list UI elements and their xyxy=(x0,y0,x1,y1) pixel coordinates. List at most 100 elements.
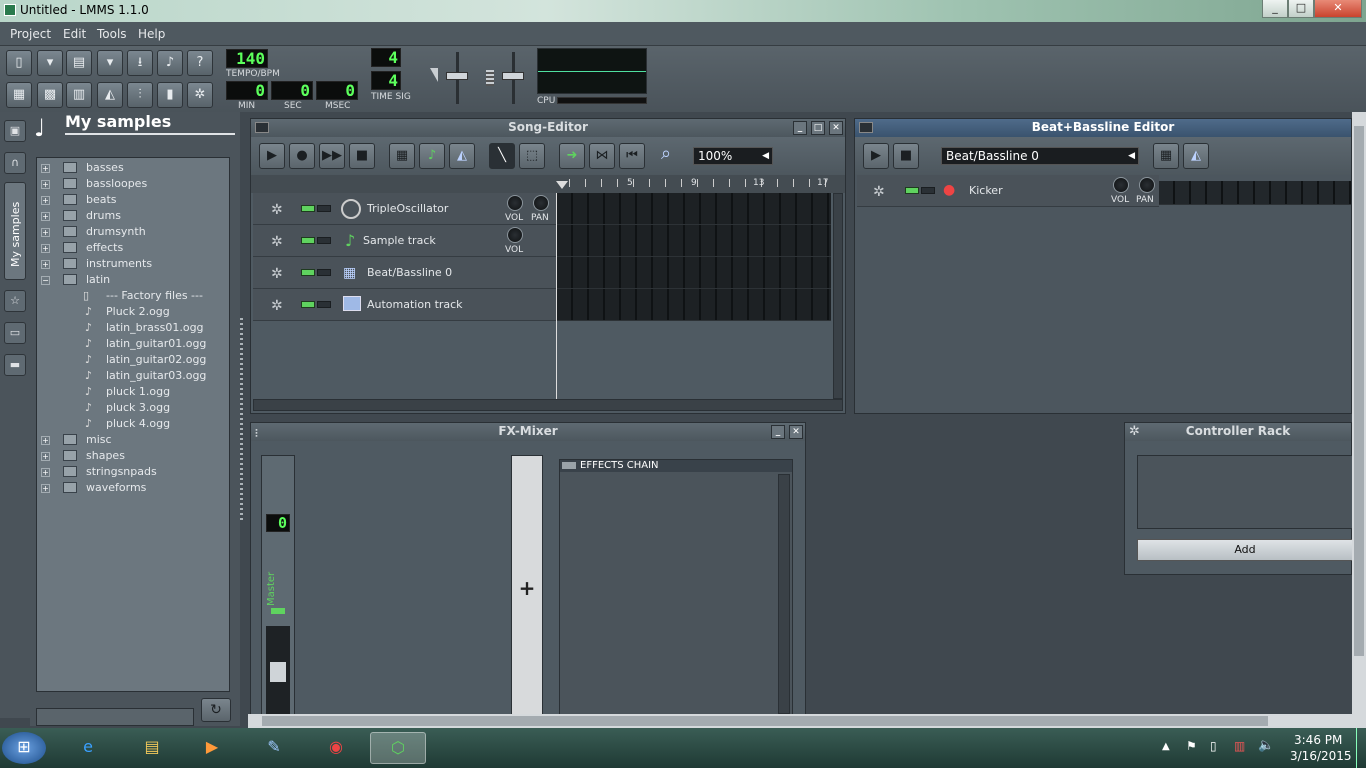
tree-item-file[interactable]: pluck 4.ogg xyxy=(106,417,170,430)
song-editor-icon[interactable]: ▦ xyxy=(6,82,32,108)
track-row[interactable]: ✲ Automation track xyxy=(253,289,557,321)
mute-led-icon[interactable] xyxy=(905,187,919,194)
action-center-flag-icon[interactable]: ⚑ xyxy=(1186,739,1197,753)
track-gear-icon[interactable]: ✲ xyxy=(873,184,885,200)
device-icon[interactable]: ▯ xyxy=(1210,739,1217,753)
expand-icon[interactable]: + xyxy=(41,228,50,237)
tree-item-bassloopes[interactable]: bassloopes xyxy=(86,177,147,190)
root-directory-tab-icon[interactable]: ▬ xyxy=(4,354,26,376)
show-hidden-icons-icon[interactable]: ▲ xyxy=(1162,741,1170,752)
tempo-lcd[interactable]: 140 xyxy=(226,49,268,68)
zoom-select[interactable]: 100% ◀ xyxy=(693,147,773,165)
record-while-playing-icon[interactable]: ▶▶ xyxy=(319,143,345,169)
menu-edit[interactable]: Edit xyxy=(63,27,86,41)
fx-mixer-close-icon[interactable]: ✕ xyxy=(789,425,803,439)
tree-item-drums[interactable]: drums xyxy=(86,209,121,222)
menu-project[interactable]: Project xyxy=(10,27,51,41)
expand-icon[interactable]: + xyxy=(41,196,50,205)
playhead-marker[interactable] xyxy=(556,181,568,189)
track-pan-knob[interactable] xyxy=(1139,177,1155,193)
instrument-plugins-tab-icon[interactable]: ▣ xyxy=(4,120,26,142)
media-player-icon[interactable]: ▶ xyxy=(192,732,232,764)
my-home-tab-icon[interactable]: ▭ xyxy=(4,322,26,344)
controller-rack-titlebar[interactable]: ✲ Controller Rack xyxy=(1125,423,1351,441)
track-row[interactable]: ✲ ♪ Sample track VOL xyxy=(253,225,557,257)
reload-icon[interactable]: ↻ xyxy=(201,698,231,722)
sidebar-splitter[interactable] xyxy=(240,318,243,522)
workspace-horizontal-scrollbar[interactable] xyxy=(248,714,1366,728)
volume-icon[interactable]: 🔈 xyxy=(1258,738,1274,753)
effects-chain-scrollbar[interactable] xyxy=(778,474,790,714)
expand-icon[interactable]: + xyxy=(41,452,50,461)
add-controller-button[interactable]: Add xyxy=(1137,539,1353,561)
tree-item-file[interactable]: latin_guitar02.ogg xyxy=(106,353,206,366)
tree-item-stringsnpads[interactable]: stringsnpads xyxy=(86,465,157,478)
tree-item-shapes[interactable]: shapes xyxy=(86,449,125,462)
internet-explorer-icon[interactable]: e xyxy=(68,732,108,764)
paint-app-icon[interactable]: ✎ xyxy=(254,732,294,764)
timesig-numerator-lcd[interactable]: 4 xyxy=(371,48,401,67)
controller-rack-icon[interactable]: ✲ xyxy=(187,82,213,108)
effects-chain-toggle[interactable] xyxy=(562,462,576,469)
solo-led-icon[interactable] xyxy=(317,205,331,212)
track-gear-icon[interactable]: ✲ xyxy=(271,266,283,282)
master-fader[interactable] xyxy=(270,662,286,682)
song-editor-titlebar[interactable]: Song-Editor _ □ ✕ xyxy=(251,119,845,137)
add-sample-track-icon[interactable]: ♪ xyxy=(419,143,445,169)
expand-icon[interactable]: + xyxy=(41,468,50,477)
track-gear-icon[interactable]: ✲ xyxy=(271,202,283,218)
timesig-denominator-lcd[interactable]: 4 xyxy=(371,71,401,90)
tree-item-instruments[interactable]: instruments xyxy=(86,257,152,270)
minimize-button[interactable]: _ xyxy=(1262,0,1288,18)
expand-icon[interactable]: + xyxy=(41,164,50,173)
project-notes-icon[interactable]: ▮ xyxy=(157,82,183,108)
tree-item-drumsynth[interactable]: drumsynth xyxy=(86,225,146,238)
master-volume-slider[interactable] xyxy=(446,72,468,80)
add-channel-button[interactable]: + xyxy=(511,455,543,719)
lmms-taskbar-icon[interactable]: ⬡ xyxy=(370,732,426,764)
edit-mode-icon[interactable]: ⬚ xyxy=(519,143,545,169)
bb-track-row[interactable]: ✲ ● Kicker VOL PAN xyxy=(857,175,1159,207)
maximize-button[interactable]: □ xyxy=(1288,0,1314,18)
piano-roll-icon[interactable]: ▥ xyxy=(66,82,92,108)
workspace-vertical-scrollbar[interactable] xyxy=(1352,112,1366,718)
tree-item-basses[interactable]: basses xyxy=(86,161,124,174)
file-explorer-icon[interactable]: ▤ xyxy=(132,732,172,764)
track-name[interactable]: TripleOscillator xyxy=(367,202,448,215)
new-project-icon[interactable]: ▯ xyxy=(6,50,32,76)
tree-item-file[interactable]: latin_guitar03.ogg xyxy=(106,369,206,382)
expand-icon[interactable]: + xyxy=(41,244,50,253)
my-presets-tab-icon[interactable]: ☆ xyxy=(4,290,26,312)
fx-mixer-titlebar[interactable]: ⫶ FX-Mixer _ ✕ xyxy=(251,423,805,441)
track-pattern-area[interactable] xyxy=(557,225,831,257)
track-volume-knob[interactable] xyxy=(507,195,523,211)
clock-date[interactable]: 3/16/2015 xyxy=(1290,749,1352,763)
track-name[interactable]: Beat/Bassline 0 xyxy=(367,266,452,279)
whats-this-help-icon[interactable]: ? xyxy=(187,50,213,76)
tree-item-file[interactable]: latin_guitar01.ogg xyxy=(106,337,206,350)
workspace-horizontal-scroll-thumb[interactable] xyxy=(262,716,1268,726)
close-button[interactable]: ✕ xyxy=(1314,0,1362,18)
expand-icon[interactable]: + xyxy=(41,212,50,221)
chrome-icon[interactable]: ◉ xyxy=(316,732,356,764)
open-project-icon[interactable]: ▤ xyxy=(66,50,92,76)
tree-item-waveforms[interactable]: waveforms xyxy=(86,481,146,494)
save-project-icon[interactable]: ⭳ xyxy=(127,50,153,76)
mute-led-icon[interactable] xyxy=(301,205,315,212)
bb-stop-icon[interactable]: ■ xyxy=(893,143,919,169)
fx-mixer-icon[interactable]: ⫶ xyxy=(127,82,153,108)
track-name[interactable]: Kicker xyxy=(969,184,1003,197)
tree-item-file[interactable]: Pluck 2.ogg xyxy=(106,305,170,318)
song-editor-maximize-icon[interactable]: □ xyxy=(811,121,825,135)
play-icon[interactable]: ▶ xyxy=(259,143,285,169)
track-row[interactable]: ✲ ▦ Beat/Bassline 0 xyxy=(253,257,557,289)
bb-add-beat-bassline-icon[interactable]: ▦ xyxy=(1153,143,1179,169)
tree-item-effects[interactable]: effects xyxy=(86,241,123,254)
solo-led-icon[interactable] xyxy=(317,301,331,308)
master-pitch-slider[interactable] xyxy=(502,72,524,80)
song-editor-horizontal-scrollbar[interactable] xyxy=(253,399,843,411)
bb-play-icon[interactable]: ▶ xyxy=(863,143,889,169)
beat-bassline-editor-titlebar[interactable]: Beat+Bassline Editor xyxy=(855,119,1351,137)
auto-scroll-icon[interactable]: ➜ xyxy=(559,143,585,169)
bb-add-automation-icon[interactable]: ◭ xyxy=(1183,143,1209,169)
